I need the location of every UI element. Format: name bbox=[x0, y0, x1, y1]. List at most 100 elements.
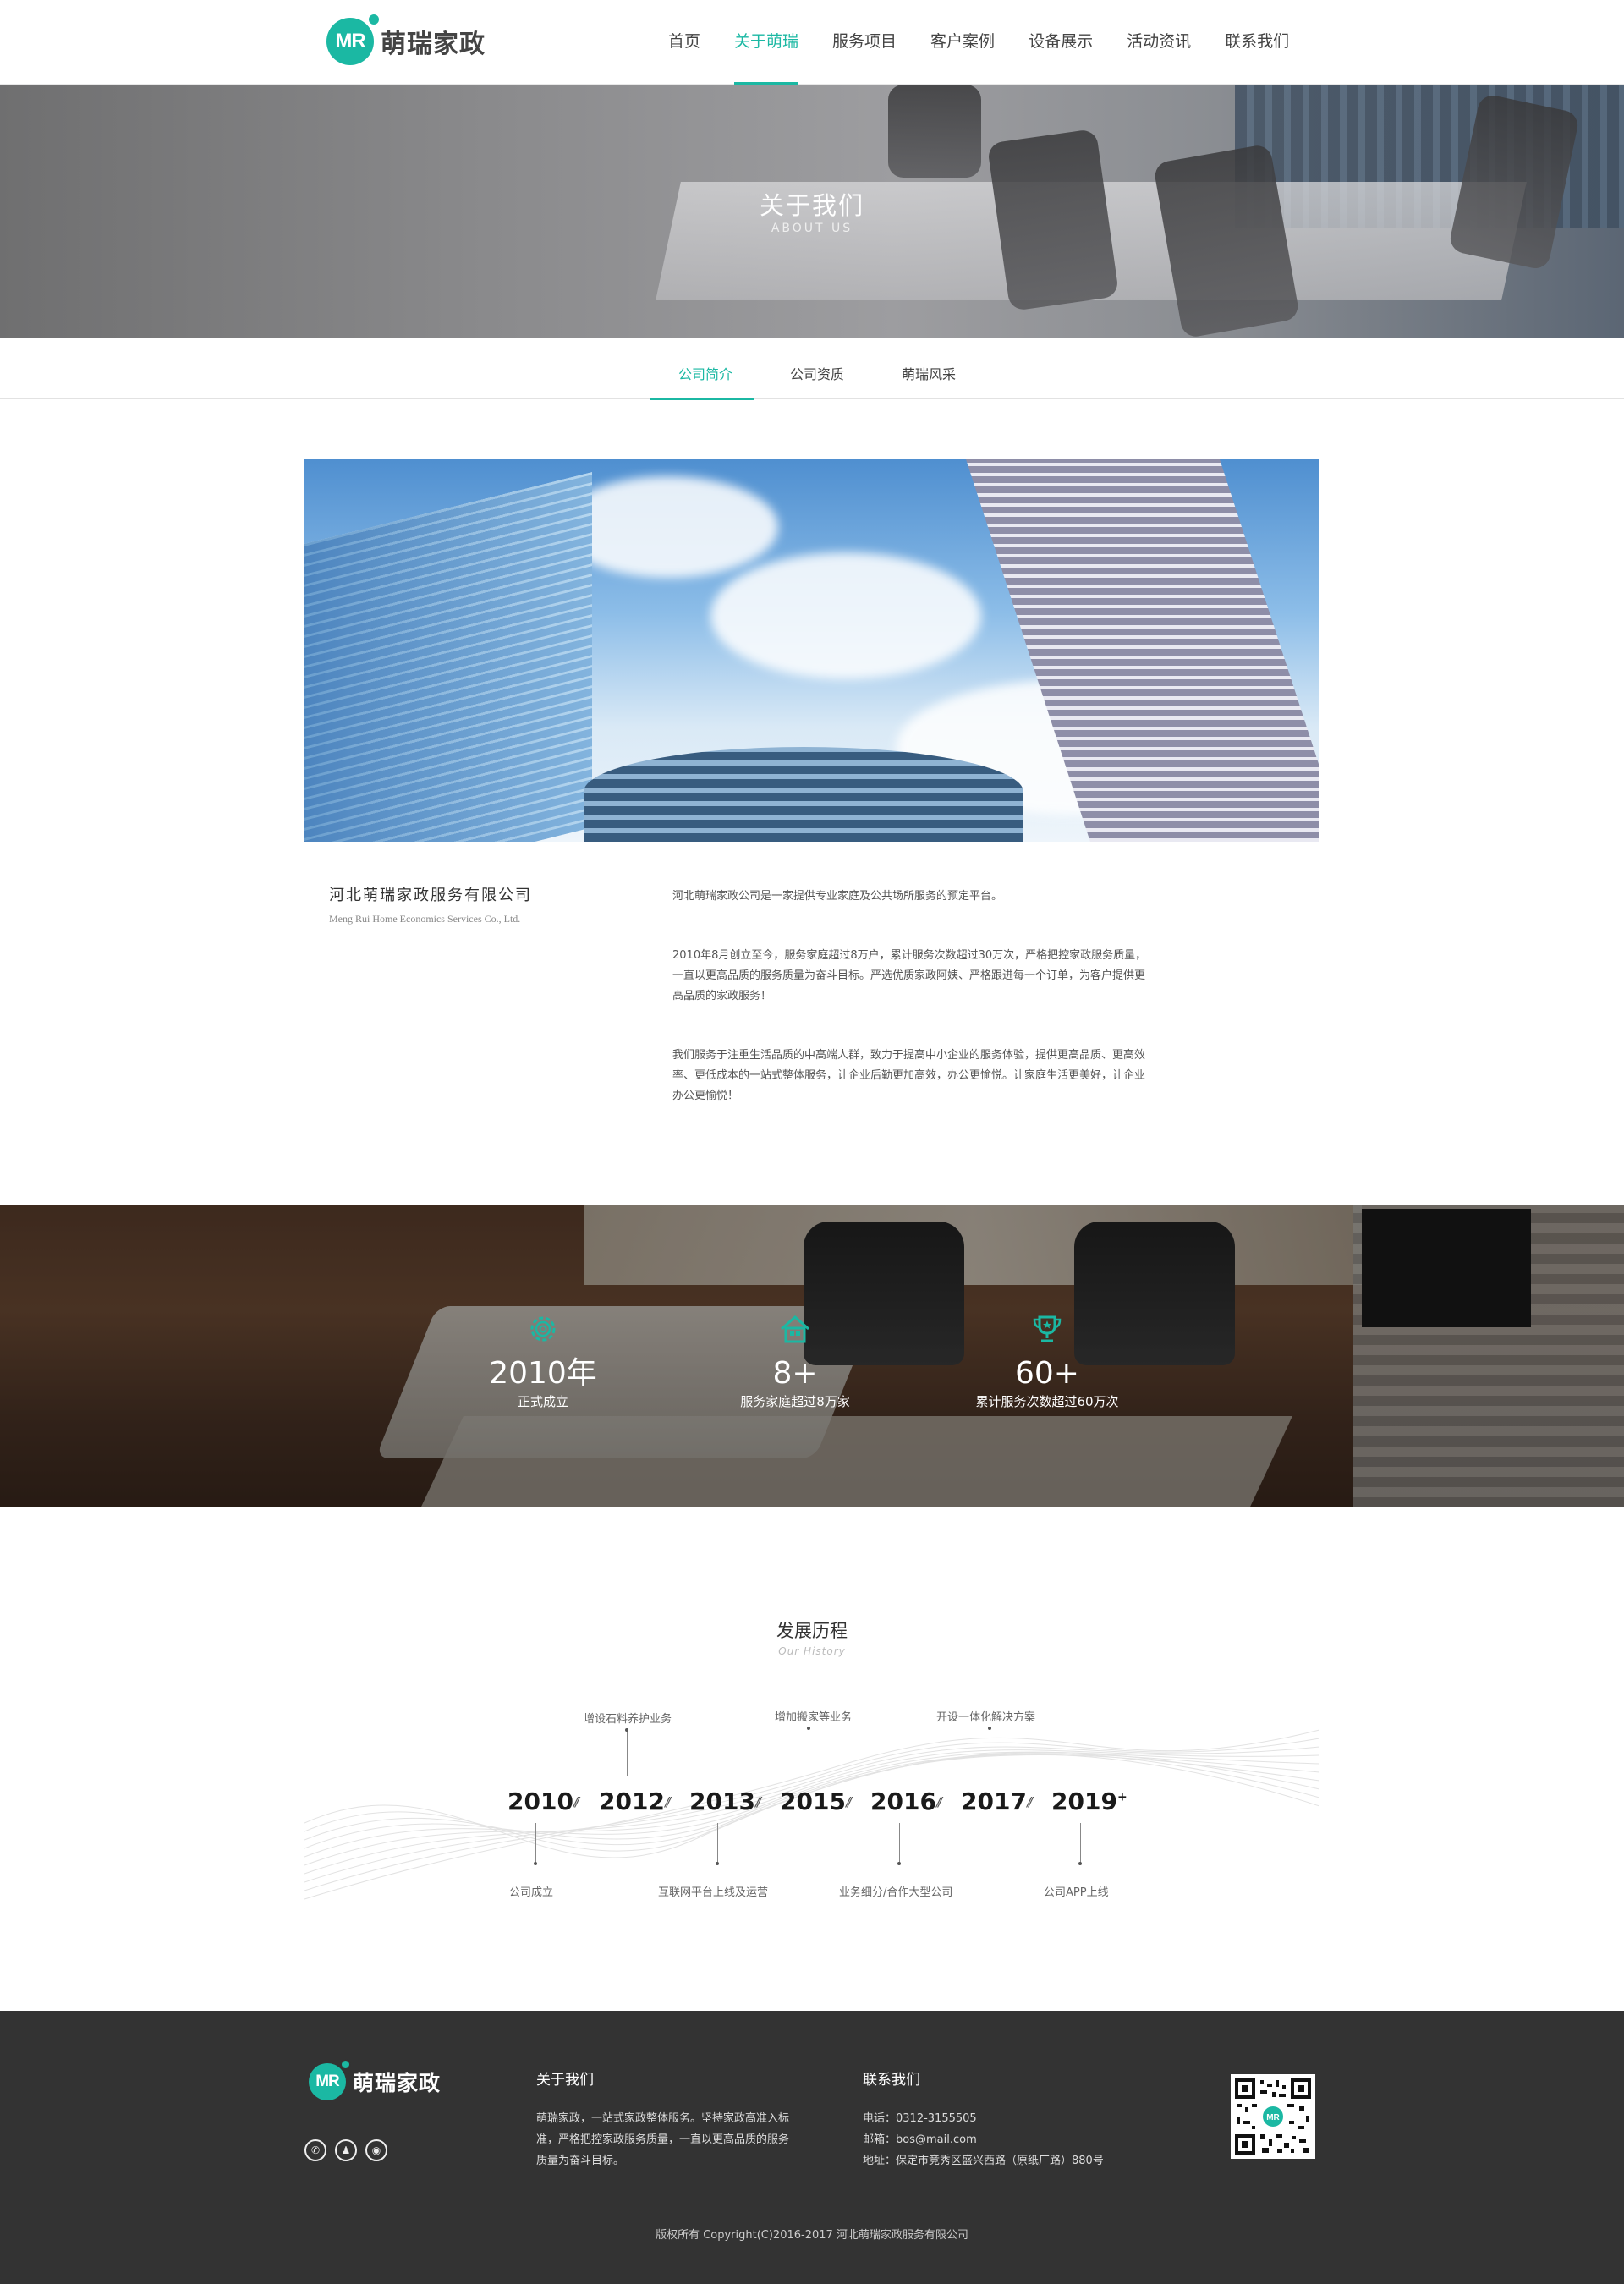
timeline-year: 2017 bbox=[961, 1787, 1027, 1815]
timeline-event-2012: 增设石料养护业务 bbox=[584, 1713, 672, 1726]
footer: MR 萌瑞家政 ✆ ♟ ◉ 关于我们 萌瑞家政，一站式家政整体服务。坚持家政高准… bbox=[0, 2011, 1624, 2284]
logo-dot bbox=[367, 13, 381, 26]
company-building-image bbox=[304, 459, 1320, 842]
timeline-event-2016: 业务细分/合作大型公司 bbox=[839, 1886, 953, 1899]
timeline-dot bbox=[988, 1727, 991, 1730]
timeline-year: 2015 bbox=[780, 1787, 846, 1815]
stat-value: 8+ bbox=[772, 1356, 818, 1391]
timeline-connector bbox=[899, 1823, 900, 1864]
nav-item-cases[interactable]: 客户案例 bbox=[914, 0, 1012, 85]
timeline-separator: // bbox=[573, 1794, 579, 1809]
stat-label: 累计服务次数超过60万次 bbox=[975, 1394, 1119, 1409]
timeline-year: 2013 bbox=[689, 1787, 755, 1815]
timeline-year: 2010 bbox=[508, 1787, 573, 1815]
stat-families: 8+ 服务家庭超过8万家 bbox=[719, 1311, 871, 1410]
timeline-year: 2019+ bbox=[1051, 1787, 1127, 1815]
qr-code-icon: MR bbox=[1235, 2078, 1311, 2155]
logo-mark: MR bbox=[326, 13, 381, 65]
timeline-event-2010: 公司成立 bbox=[509, 1886, 554, 1899]
page-banner: 关于我们 ABOUT US bbox=[0, 85, 1624, 338]
tab-company-qualification[interactable]: 公司资质 bbox=[761, 338, 873, 399]
timeline-dot bbox=[1078, 1862, 1082, 1865]
building-left bbox=[304, 472, 592, 842]
banner-chair bbox=[888, 85, 981, 178]
nav-item-home[interactable]: 首页 bbox=[651, 0, 717, 85]
stat-label: 服务家庭超过8万家 bbox=[740, 1394, 850, 1409]
timeline-year: 2012 bbox=[599, 1787, 665, 1815]
svg-text:MR: MR bbox=[1266, 2113, 1280, 2122]
stat-label: 正式成立 bbox=[517, 1394, 568, 1409]
footer-about-text: 萌瑞家政，一站式家政整体服务。坚持家政高准入标准，严格把控家政服务质量，一直以更… bbox=[536, 2112, 790, 2167]
intro-paragraph: 2010年8月创立至今，服务家庭超过8万户，累计服务次数超过30万次，严格把控家… bbox=[672, 949, 1147, 1002]
nav-item-contact[interactable]: 联系我们 bbox=[1208, 0, 1306, 85]
header: MR 萌瑞家政 首页 关于萌瑞 服务项目 客户案例 设备展示 活动资讯 联系我们 bbox=[0, 0, 1624, 85]
qr-code: MR bbox=[1231, 2074, 1315, 2159]
company-intro: 河北萌瑞家政公司是一家提供专业家庭及公共场所服务的预定平台。 2010年8月创立… bbox=[672, 887, 1155, 1145]
timeline-dot bbox=[625, 1728, 628, 1732]
tab-company-profile[interactable]: 公司简介 bbox=[650, 338, 761, 400]
timeline-year-text: 2019 bbox=[1051, 1787, 1117, 1815]
page-title: 关于我们 bbox=[759, 191, 864, 220]
intro-paragraph: 河北萌瑞家政公司是一家提供专业家庭及公共场所服务的预定平台。 bbox=[672, 890, 1003, 903]
company-name: 河北萌瑞家政服务有限公司 bbox=[329, 887, 532, 904]
stat-value: 60+ bbox=[1015, 1356, 1079, 1391]
social-links: ✆ ♟ ◉ bbox=[304, 2139, 387, 2161]
timeline-connector bbox=[535, 1823, 536, 1864]
tab-company-style[interactable]: 萌瑞风采 bbox=[873, 338, 985, 399]
nav-item-services[interactable]: 服务项目 bbox=[815, 0, 914, 85]
logo-mark: MR bbox=[309, 2059, 351, 2100]
footer-about-title: 关于我们 bbox=[536, 2072, 594, 2089]
building-center bbox=[584, 747, 1023, 842]
main-nav: 首页 关于萌瑞 服务项目 客户案例 设备展示 活动资讯 联系我们 bbox=[651, 0, 1306, 85]
stat-founded: 2010年 正式成立 bbox=[475, 1311, 611, 1410]
timeline-dot bbox=[897, 1862, 901, 1865]
footer-email[interactable]: 邮箱：bos@mail.com bbox=[863, 2129, 1201, 2150]
history-subtitle: Our History bbox=[778, 1645, 846, 1657]
nav-item-equipment[interactable]: 设备展示 bbox=[1012, 0, 1110, 85]
logo[interactable]: MR 萌瑞家政 bbox=[326, 12, 486, 71]
timeline-event-2019: 公司APP上线 bbox=[1044, 1886, 1109, 1899]
timeline-dot bbox=[716, 1862, 719, 1865]
logo-text: 萌瑞家政 bbox=[353, 2071, 442, 2095]
footer-address: 地址：保定市竞秀区盛兴西路（原纸厂路）880号 bbox=[863, 2155, 1104, 2167]
stats-section: 2010年 正式成立 8+ 服务家庭超过8万家 60+ 累计服务次数超过60万次 bbox=[0, 1205, 1624, 1507]
house-icon bbox=[781, 1315, 809, 1343]
timeline-connector bbox=[717, 1823, 718, 1864]
stat-value: 2010年 bbox=[489, 1356, 597, 1391]
stat-services: 60+ 累计服务次数超过60万次 bbox=[954, 1311, 1140, 1410]
timeline-separator: // bbox=[755, 1794, 761, 1809]
weibo-icon[interactable]: ◉ bbox=[365, 2139, 387, 2161]
company-name-en: Meng Rui Home Economics Services Co., Lt… bbox=[329, 913, 521, 925]
page-subtitle: ABOUT US bbox=[771, 222, 853, 235]
footer-logo[interactable]: MR 萌瑞家政 bbox=[309, 2059, 442, 2100]
logo-initials: MR bbox=[335, 30, 365, 52]
nav-item-news[interactable]: 活动资讯 bbox=[1110, 0, 1208, 85]
timeline-dot bbox=[807, 1727, 810, 1730]
logo-text: 萌瑞家政 bbox=[381, 30, 486, 59]
logo-initials: MR bbox=[315, 2073, 340, 2090]
timeline-separator: // bbox=[846, 1794, 852, 1809]
timeline-year: 2016 bbox=[870, 1787, 936, 1815]
history-timeline: 2010 // 2012 // 2013 // 2015 // 2016 // … bbox=[304, 1671, 1320, 1924]
gear-icon bbox=[530, 1316, 556, 1342]
trophy-icon bbox=[1033, 1315, 1062, 1342]
timeline-connector bbox=[627, 1728, 628, 1776]
logo-dot bbox=[340, 2059, 351, 2070]
qq-icon[interactable]: ♟ bbox=[335, 2139, 357, 2161]
cloud bbox=[710, 552, 981, 679]
timeline-event-2015: 增加搬家等业务 bbox=[775, 1711, 853, 1724]
footer-phone: 电话：0312-3155505 bbox=[863, 2112, 977, 2125]
timeline-separator: // bbox=[936, 1794, 942, 1809]
timeline-connector bbox=[1080, 1823, 1081, 1864]
footer-contact-info: 电话：0312-3155505 邮箱：bos@mail.com 地址：保定市竞秀… bbox=[863, 2108, 1201, 2171]
sub-tabs: 公司简介 公司资质 萌瑞风采 bbox=[0, 338, 1624, 400]
timeline-year-suffix: + bbox=[1116, 1790, 1127, 1804]
timeline-dot bbox=[534, 1862, 537, 1865]
timeline-event-2013: 互联网平台上线及运营 bbox=[658, 1886, 769, 1899]
timeline-separator: // bbox=[1027, 1794, 1033, 1809]
nav-item-about[interactable]: 关于萌瑞 bbox=[717, 0, 815, 85]
timeline-separator: // bbox=[665, 1794, 671, 1809]
timeline-event-2017: 开设一体化解决方案 bbox=[936, 1711, 1036, 1724]
footer-contact-title: 联系我们 bbox=[863, 2072, 920, 2089]
wechat-icon[interactable]: ✆ bbox=[304, 2139, 326, 2161]
